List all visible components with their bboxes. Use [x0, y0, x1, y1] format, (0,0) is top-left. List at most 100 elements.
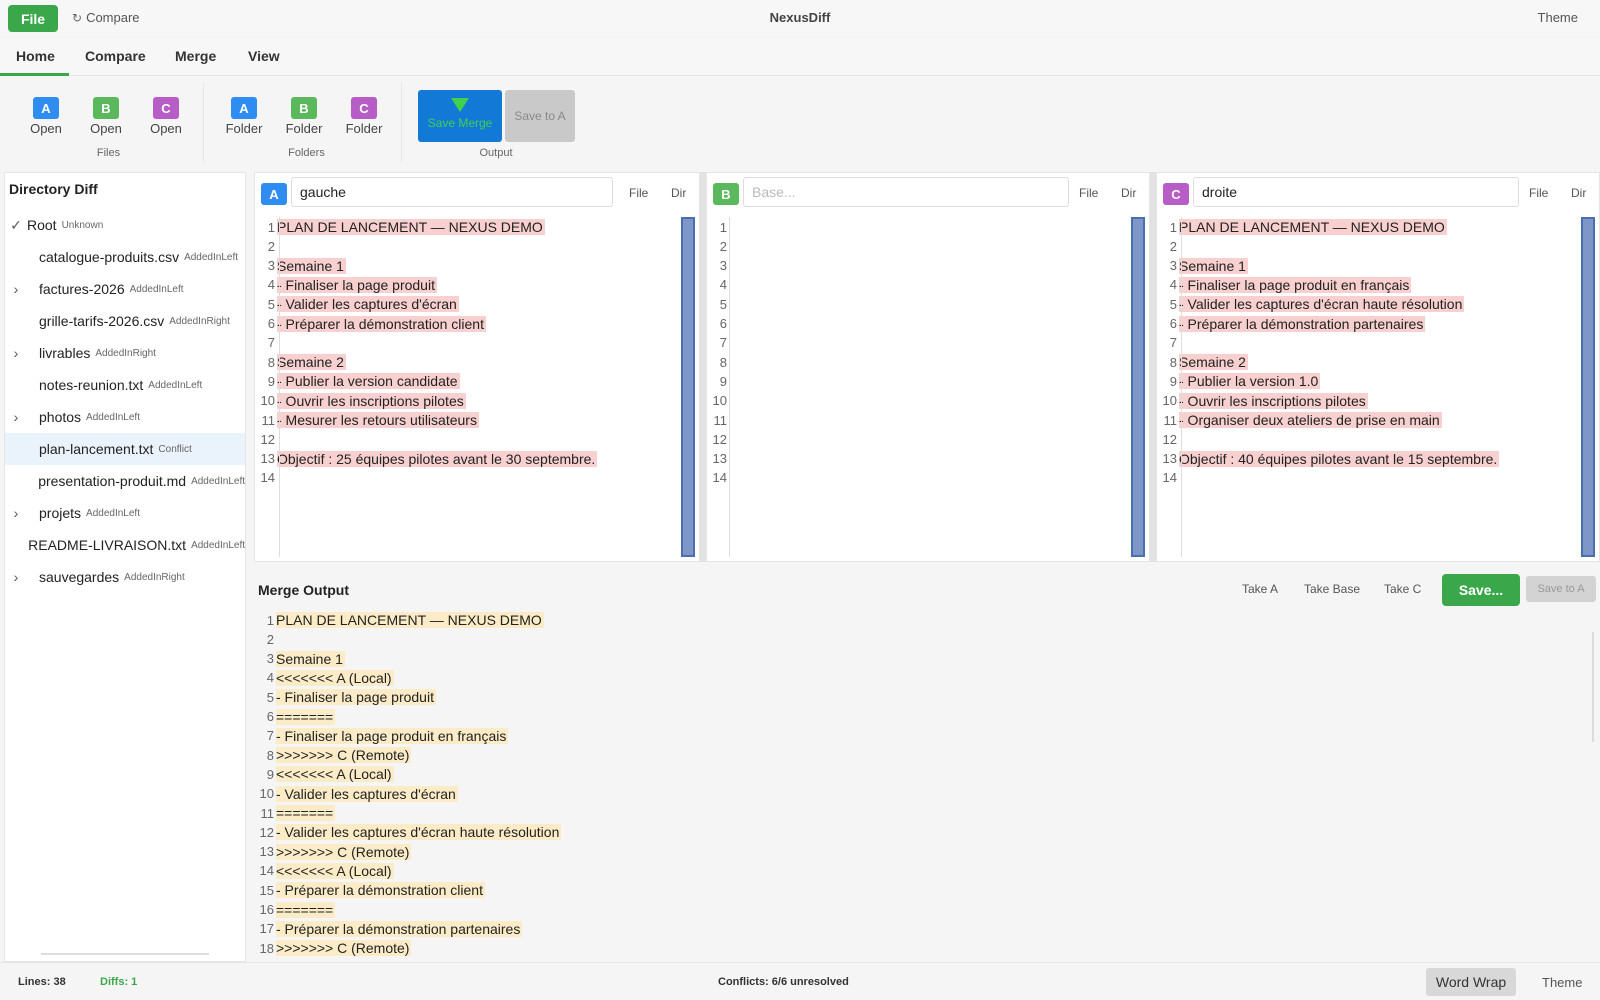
take-base-button[interactable]: Take Base [1304, 582, 1360, 596]
tree-item[interactable]: › photos AddedInLeft [5, 401, 245, 433]
pane-a: A File Dir 1PLAN DE LANCEMENT — NEXUS DE… [254, 172, 700, 562]
sidebar-title: Directory Diff [9, 181, 98, 197]
save-to-a-ribbon-button[interactable]: Save to A [505, 90, 575, 142]
line-number: 4 [1169, 277, 1177, 293]
tree-item[interactable]: README-LIVRAISON.txt AddedInLeft [5, 529, 245, 561]
tree-item[interactable]: ✓ Root Unknown [5, 209, 245, 241]
line-text: <<<<<<< A (Local) [276, 766, 394, 783]
pane-b-file-button[interactable]: File [1079, 186, 1098, 200]
pane-b-path-input[interactable] [743, 177, 1069, 207]
output-group-label: Output [479, 147, 513, 159]
chevron-right-icon[interactable]: › [5, 505, 27, 521]
file-button[interactable]: File [8, 5, 58, 32]
line-number: 4 [266, 670, 274, 686]
tab-view[interactable]: View [248, 48, 280, 64]
open-b-button[interactable]: B Open [82, 97, 130, 136]
line-number: 9 [267, 373, 275, 389]
chevron-right-icon[interactable]: › [5, 409, 27, 425]
tree-item[interactable]: › factures-2026 AddedInLeft [5, 273, 245, 305]
line-number: 11 [261, 412, 276, 428]
tree-item-status: AddedInLeft [86, 411, 140, 423]
pane-c-gutter [1181, 217, 1182, 557]
merge-output-code[interactable]: 1 PLAN DE LANCEMENT — NEXUS DEMO 2 3 Semaine… [254, 610, 1600, 962]
tree-item[interactable]: grille-tarifs-2026.csv AddedInRight [5, 305, 245, 337]
tree-item[interactable]: plan-lancement.txt Conflict [5, 433, 245, 465]
chevron-right-icon[interactable]: › [5, 569, 27, 585]
pane-a-header: A File Dir [255, 173, 699, 211]
code-line: 5 [707, 294, 731, 314]
code-line: 10- Valider les captures d'écran [254, 784, 458, 804]
save-merge-button[interactable]: Save Merge [418, 90, 502, 142]
tree-item-status: AddedInLeft [86, 507, 140, 519]
line-number: 13 [259, 844, 274, 860]
chevron-right-icon[interactable]: › [5, 281, 27, 297]
folder-b-button[interactable]: B Folder [280, 97, 328, 136]
line-text: - Publier la version 1.0 [1179, 373, 1321, 390]
line-number: 13 [712, 451, 727, 467]
folder-c-label: Folder [345, 121, 383, 136]
line-number: 5 [719, 296, 727, 312]
theme-button[interactable]: Theme [1538, 10, 1578, 25]
tree-item[interactable]: › projets AddedInLeft [5, 497, 245, 529]
folder-c-button[interactable]: C Folder [340, 97, 388, 136]
pane-a-file-button[interactable]: File [629, 186, 648, 200]
pane-c-path-input[interactable] [1193, 177, 1519, 207]
code-line: 13 >>>>>>> C (Remote) [254, 842, 412, 862]
save-to-a-button[interactable]: Save to A [1526, 576, 1596, 602]
line-number: 9 [266, 766, 274, 782]
pane-a-path-input[interactable] [291, 177, 613, 207]
code-line: 12 [707, 429, 731, 449]
chevron-right-icon[interactable]: › [5, 345, 27, 361]
line-text: ======= [276, 805, 336, 821]
pane-b-minimap[interactable] [1131, 217, 1145, 557]
take-c-button[interactable]: Take C [1384, 582, 1421, 596]
badge-c-icon: C [1163, 183, 1189, 205]
check-icon[interactable]: ✓ [5, 217, 27, 234]
line-text: - Préparer la démonstration client [276, 882, 485, 899]
save-button[interactable]: Save... [1442, 574, 1520, 606]
line-number: 3 [267, 258, 275, 274]
line-number: 1 [266, 612, 274, 628]
tree-item-status: AddedInLeft [129, 283, 184, 295]
title-bar: File ↻ Compare NexusDiff Theme [0, 0, 1600, 36]
code-line: 12 [1157, 429, 1181, 449]
tree-item[interactable]: › livrables AddedInRight [5, 337, 245, 369]
tab-home[interactable]: Home [16, 48, 55, 64]
code-line: 18 >>>>>>> C (Remote) [254, 938, 412, 958]
tree-item[interactable]: catalogue-produits.csv AddedInLeft [5, 241, 245, 273]
take-a-button[interactable]: Take A [1242, 582, 1278, 596]
open-a-button[interactable]: A Open [22, 97, 70, 136]
line-text: - Ouvrir les inscriptions pilotes [1179, 392, 1368, 409]
pane-c-file-button[interactable]: File [1529, 186, 1548, 200]
folder-a-button[interactable]: A Folder [220, 97, 268, 136]
code-line: 12- Valider les captures d'écran haute r… [254, 822, 562, 842]
tree-item[interactable]: › sauvegardes AddedInRight [5, 561, 245, 593]
tree-item-name: photos [39, 409, 82, 425]
code-line: 16 ======= [254, 900, 336, 920]
open-c-button[interactable]: C Open [142, 97, 190, 136]
pane-a-minimap[interactable] [681, 217, 695, 557]
pane-c-minimap[interactable] [1581, 217, 1595, 557]
line-number: 3 [719, 258, 727, 274]
merge-scrollbar[interactable] [1592, 632, 1594, 742]
line-number: 11 [260, 805, 275, 821]
code-line: 7- Finaliser la page produit en français [254, 726, 509, 746]
theme-button[interactable]: Theme [1542, 975, 1582, 990]
tree-item[interactable]: notes-reunion.txt AddedInLeft [5, 369, 245, 401]
down-arrow-icon [451, 98, 469, 112]
save-merge-label: Save Merge [427, 116, 493, 130]
pane-a-dir-button[interactable]: Dir [671, 186, 686, 200]
pane-b-dir-button[interactable]: Dir [1121, 186, 1136, 200]
tree-item-status: AddedInLeft [148, 379, 203, 391]
refresh-icon: ↻ [72, 10, 83, 25]
code-line: 8 >>>>>>> C (Remote) [254, 745, 412, 765]
line-number: 5 [266, 689, 274, 705]
code-line: 6- Préparer la démonstration partenaires [1157, 314, 1426, 334]
tab-compare[interactable]: Compare [85, 48, 146, 64]
pane-c-dir-button[interactable]: Dir [1571, 186, 1586, 200]
sidebar-scrollbar[interactable] [41, 953, 209, 955]
tree-item[interactable]: presentation-produit.md AddedInLeft [5, 465, 245, 497]
compare-button[interactable]: ↻ Compare [72, 10, 140, 25]
tab-merge[interactable]: Merge [175, 48, 216, 64]
word-wrap-toggle[interactable]: Word Wrap [1426, 968, 1516, 996]
